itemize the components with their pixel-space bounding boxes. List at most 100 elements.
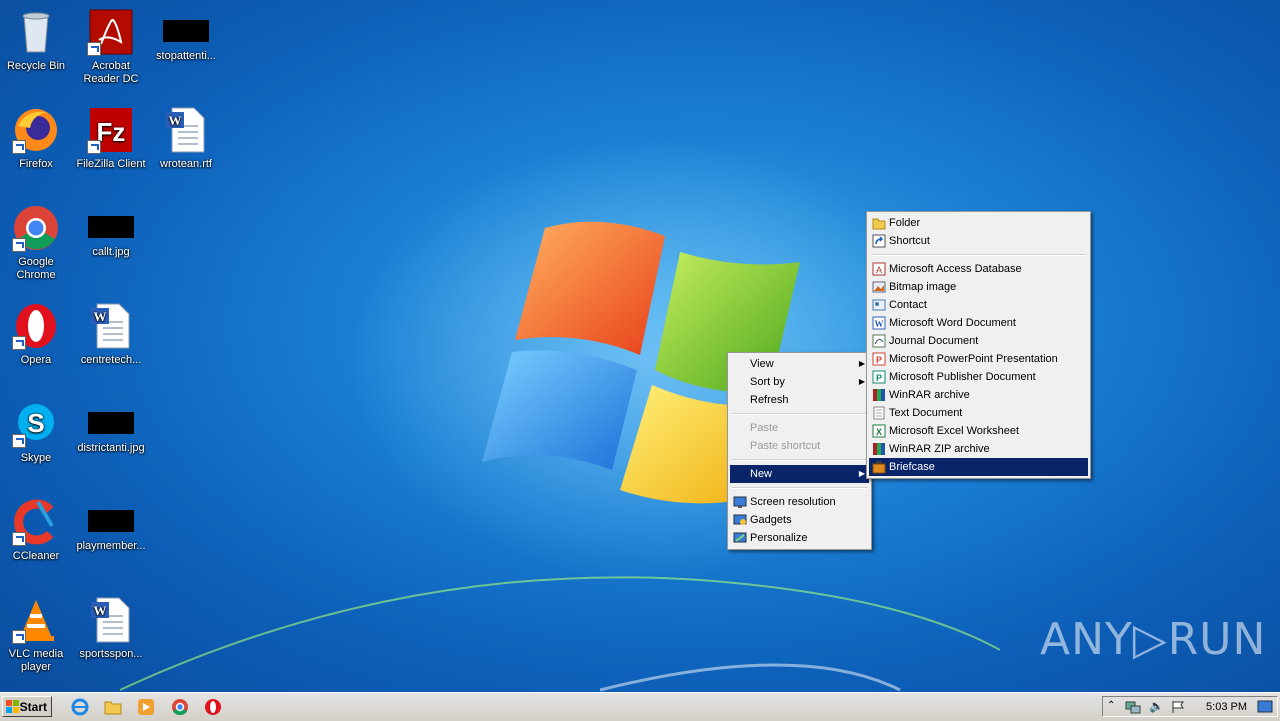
svg-text:S: S	[27, 408, 44, 438]
vlc-icon	[12, 596, 60, 644]
text-document-icon	[873, 406, 885, 420]
new-contact[interactable]: Contact	[869, 296, 1088, 314]
new-folder[interactable]: Folder	[869, 214, 1088, 232]
svg-text:W: W	[169, 113, 182, 128]
winrar-icon	[873, 389, 885, 401]
gadgets-icon	[733, 514, 747, 525]
powerpoint-icon: P	[872, 352, 886, 366]
redacted-file-icon	[163, 20, 209, 42]
explorer-icon[interactable]	[104, 698, 122, 716]
new-briefcase[interactable]: Briefcase	[869, 458, 1088, 476]
desktop-icon-centretech[interactable]: W centretech...	[75, 302, 147, 367]
menu-item-paste: Paste	[750, 422, 779, 434]
personalize-icon	[733, 532, 747, 543]
menu-item-gadgets[interactable]: Gadgets	[730, 511, 869, 529]
clock[interactable]: 5:03 PM	[1206, 697, 1247, 717]
access-icon: A	[872, 262, 886, 276]
desktop-context-menu: View ▶ Sort by ▶ Refresh Paste Paste short…	[727, 352, 872, 550]
desktop-icon-ccleaner[interactable]: CCleaner	[0, 498, 72, 563]
briefcase-icon	[872, 461, 886, 474]
svg-text:W: W	[94, 309, 107, 324]
redacted-file-icon	[88, 510, 134, 532]
new-winrar-zip-archive[interactable]: WinRAR ZIP archive	[869, 440, 1088, 458]
menu-item-paste-shortcut: Paste shortcut	[750, 440, 821, 452]
menu-item-personalize[interactable]: Personalize	[730, 529, 869, 547]
desktop-icon-acrobat-reader[interactable]: Acrobat Reader DC	[75, 8, 147, 86]
anyrun-watermark: ANY▷RUN	[1040, 614, 1267, 665]
new-shortcut[interactable]: Shortcut	[869, 232, 1088, 250]
bitmap-icon	[872, 281, 886, 293]
desktop-icon-callt[interactable]: callt.jpg	[75, 204, 147, 259]
desktop-icon-firefox[interactable]: Firefox	[0, 106, 72, 171]
desktop-icon-districtanti[interactable]: districtanti.jpg	[75, 400, 147, 455]
volume-icon[interactable]: 🔈	[1149, 699, 1164, 713]
svg-text:P: P	[876, 373, 882, 383]
new-powerpoint-presentation[interactable]: P Microsoft PowerPoint Presentation	[869, 350, 1088, 368]
svg-text:W: W	[94, 603, 107, 618]
desktop-icon-filezilla[interactable]: Fz FileZilla Client	[75, 106, 147, 171]
word-document-icon: W	[162, 106, 210, 154]
submenu-arrow-icon: ▶	[858, 377, 865, 386]
menu-item-view[interactable]: View ▶	[730, 355, 869, 373]
ccleaner-icon	[12, 498, 60, 546]
opera-icon[interactable]	[204, 698, 222, 716]
menu-item-screen-resolution[interactable]: Screen resolution	[730, 493, 869, 511]
show-hidden-icons-icon[interactable]: ⌃	[1107, 700, 1115, 711]
new-access-database[interactable]: A Microsoft Access Database	[869, 260, 1088, 278]
chrome-icon[interactable]	[171, 698, 189, 716]
desktop-icon-playmember[interactable]: playmember...	[75, 498, 147, 553]
network-icon[interactable]	[1125, 700, 1141, 714]
menu-separator	[871, 254, 1086, 256]
new-journal-document[interactable]: Journal Document	[869, 332, 1088, 350]
folder-icon	[872, 218, 886, 230]
redacted-file-icon	[88, 412, 134, 434]
menu-separator	[732, 487, 867, 489]
new-submenu: Folder Shortcut A Microsoft Access Datab…	[866, 211, 1091, 479]
new-winrar-archive[interactable]: WinRAR archive	[869, 386, 1088, 404]
skype-icon: S	[12, 400, 60, 448]
desktop-icon-recycle-bin[interactable]: Recycle Bin	[0, 8, 72, 73]
monitor-icon	[733, 496, 747, 508]
recycle-bin-icon	[12, 8, 60, 56]
new-publisher-document[interactable]: P Microsoft Publisher Document	[869, 368, 1088, 386]
filezilla-icon: Fz	[87, 106, 135, 154]
taskbar: Start ⌃ 🔈 5:03 PM	[0, 692, 1280, 721]
new-text-document[interactable]: Text Document	[869, 404, 1088, 422]
publisher-icon: P	[872, 370, 886, 384]
word-icon: W	[872, 316, 886, 330]
redacted-file-icon	[88, 216, 134, 238]
svg-text:X: X	[876, 427, 882, 437]
action-center-flag-icon[interactable]	[1171, 700, 1185, 714]
opera-icon	[12, 302, 60, 350]
journal-icon	[872, 334, 886, 348]
internet-explorer-icon[interactable]	[71, 698, 89, 716]
excel-icon: X	[872, 424, 886, 438]
desktop-icon-opera[interactable]: Opera	[0, 302, 72, 367]
menu-separator	[732, 459, 867, 461]
desktop-icon-skype[interactable]: S Skype	[0, 400, 72, 465]
new-excel-worksheet[interactable]: X Microsoft Excel Worksheet	[869, 422, 1088, 440]
word-document-icon: W	[87, 596, 135, 644]
desktop-icon-google-chrome[interactable]: Google Chrome	[0, 204, 72, 282]
desktop-icon-vlc[interactable]: VLC media player	[0, 596, 72, 674]
system-tray: ⌃ 🔈 5:03 PM	[1102, 696, 1278, 717]
word-document-icon: W	[87, 302, 135, 350]
menu-item-new[interactable]: New ▶	[730, 465, 869, 483]
submenu-arrow-icon: ▶	[858, 469, 865, 478]
new-word-document[interactable]: W Microsoft Word Document	[869, 314, 1088, 332]
submenu-arrow-icon: ▶	[858, 359, 865, 368]
svg-text:A: A	[876, 265, 882, 275]
start-button[interactable]: Start	[2, 696, 52, 717]
desktop-icon-wrotean[interactable]: W wrotean.rtf	[150, 106, 222, 171]
menu-item-refresh[interactable]: Refresh	[730, 391, 869, 409]
svg-text:W: W	[875, 319, 884, 329]
new-bitmap-image[interactable]: Bitmap image	[869, 278, 1088, 296]
contact-icon	[872, 299, 886, 311]
desktop-icon-stopattenti[interactable]: stopattenti...	[150, 8, 222, 63]
svg-text:P: P	[876, 355, 882, 365]
show-desktop-icon[interactable]	[1257, 700, 1273, 714]
media-player-icon[interactable]	[137, 698, 155, 716]
desktop-icon-sportsspon[interactable]: W sportsspon...	[75, 596, 147, 661]
menu-item-sort-by[interactable]: Sort by ▶	[730, 373, 869, 391]
winrar-zip-icon	[873, 443, 885, 455]
